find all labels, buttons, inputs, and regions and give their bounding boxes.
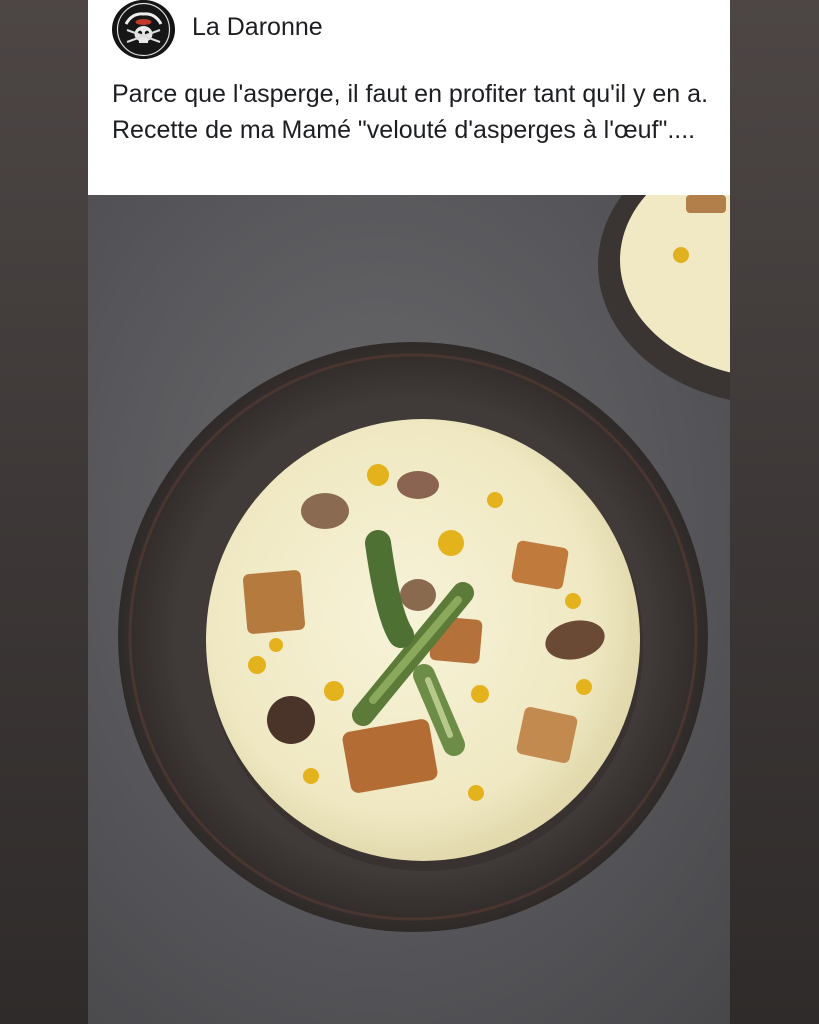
post-header: La Daronne Parce que l'asperge, il faut …	[88, 0, 730, 195]
post-photo[interactable]	[88, 195, 730, 1024]
post-caption: Parce que l'asperge, il faut en profiter…	[112, 80, 709, 144]
avatar[interactable]	[112, 0, 175, 59]
skull-logo-icon	[114, 0, 173, 59]
right-backdrop	[730, 0, 819, 1024]
left-backdrop	[0, 0, 88, 1024]
page-name-link[interactable]: La Daronne	[192, 13, 323, 42]
post-card: La Daronne Parce que l'asperge, il faut …	[88, 0, 730, 1024]
soup-bowl-photo	[88, 195, 730, 1024]
